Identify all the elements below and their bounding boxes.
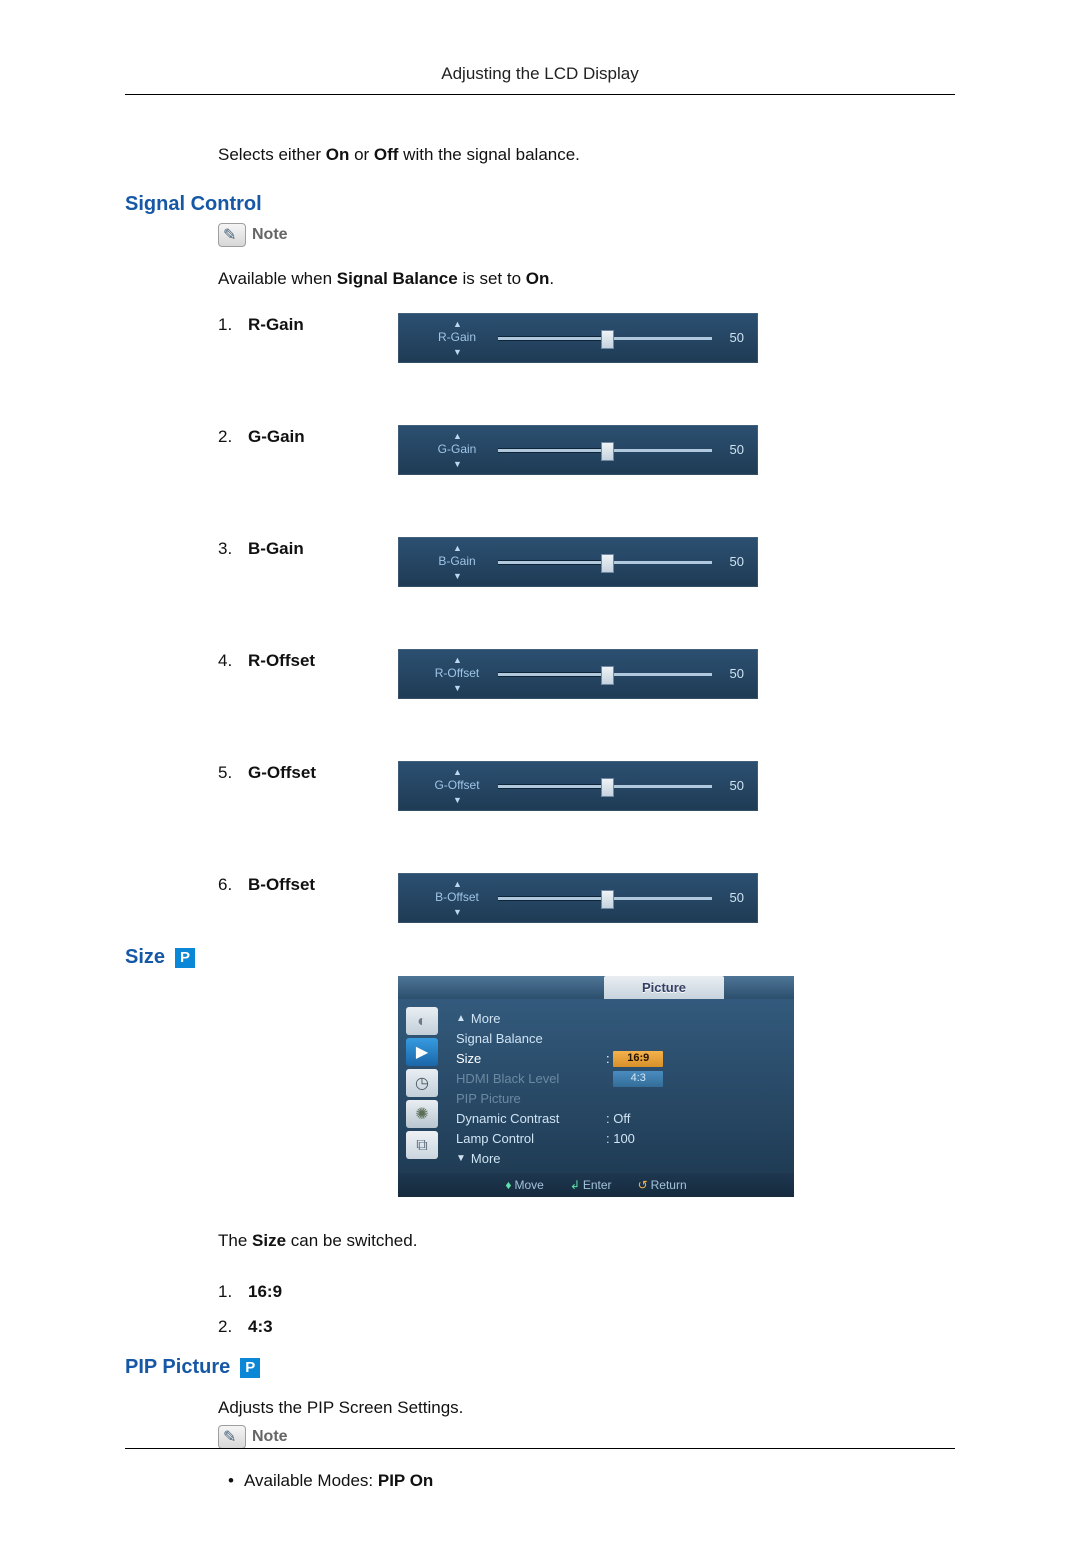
osd-footer-return: ↺Return <box>638 1177 687 1194</box>
slider-value: 50 <box>730 889 744 908</box>
intro-paragraph: Selects either On or Off with the signal… <box>218 143 955 168</box>
down-arrow-icon[interactable]: ▼ <box>453 458 462 471</box>
down-arrow-icon[interactable]: ▼ <box>453 906 462 919</box>
multi-icon[interactable]: ⧉ <box>406 1131 438 1159</box>
down-arrow-icon[interactable]: ▼ <box>453 346 462 359</box>
b-gain-slider[interactable]: ▲ B-Gain ▼ 50 <box>398 537 758 587</box>
list-item: • Available Modes: PIP On <box>218 1469 955 1494</box>
p-badge-icon: P <box>240 1358 260 1378</box>
list-item: 4. R-Offset ▲ R-Offset ▼ 50 <box>218 649 955 699</box>
g-offset-slider[interactable]: ▲ G-Offset ▼ 50 <box>398 761 758 811</box>
osd-sidebar-icons: ◐ ▶ ◷ ✺ ⧉ <box>406 1007 444 1169</box>
list-item: 6. B-Offset ▲ B-Offset ▼ 50 <box>218 873 955 923</box>
slider-value: 50 <box>730 553 744 572</box>
osd-dynamic-contrast[interactable]: Dynamic Contrast <box>456 1110 606 1129</box>
g-gain-slider[interactable]: ▲ G-Gain ▼ 50 <box>398 425 758 475</box>
r-offset-slider[interactable]: ▲ R-Offset ▼ 50 <box>398 649 758 699</box>
slider-value: 50 <box>730 441 744 460</box>
slider-label: G-Offset <box>432 777 482 794</box>
slider-label: B-Offset <box>432 889 482 906</box>
note-icon <box>218 223 246 247</box>
osd-hdmi-black-level: HDMI Black Level <box>456 1070 606 1089</box>
down-arrow-icon[interactable]: ▼ <box>453 794 462 807</box>
list-item: 2. G-Gain ▲ G-Gain ▼ 50 <box>218 425 955 475</box>
slider-value: 50 <box>730 329 744 348</box>
list-item: 3. B-Gain ▲ B-Gain ▼ 50 <box>218 537 955 587</box>
slider-label: G-Gain <box>432 441 482 458</box>
osd-footer-enter: ↲Enter <box>570 1177 612 1194</box>
signal-control-heading: Signal Control <box>125 190 955 219</box>
slider-thumb[interactable] <box>601 330 614 349</box>
slider-thumb[interactable] <box>601 890 614 909</box>
signal-control-availability: Available when Signal Balance is set to … <box>218 267 955 292</box>
slider-label: R-Gain <box>432 329 482 346</box>
picture-osd-menu[interactable]: Picture ◐ ▶ ◷ ✺ ⧉ ▲More Signal Balance S… <box>398 976 794 1197</box>
osd-size-value[interactable]: 16:9 <box>613 1051 663 1067</box>
osd-size[interactable]: Size <box>456 1050 606 1069</box>
pip-picture-heading: PIP Picture P <box>125 1353 955 1382</box>
page-header-title: Adjusting the LCD Display <box>125 64 955 94</box>
slider-value: 50 <box>730 777 744 796</box>
slider-thumb[interactable] <box>601 778 614 797</box>
slider-thumb[interactable] <box>601 442 614 461</box>
osd-more-down[interactable]: More <box>471 1150 621 1169</box>
osd-footer-move: ♦Move <box>505 1177 543 1194</box>
footer-rule <box>125 1448 955 1449</box>
size-description: The Size can be switched. <box>218 1229 955 1254</box>
slider-value: 50 <box>730 665 744 684</box>
note-label: Note <box>252 1425 288 1448</box>
osd-dynamic-contrast-value: : Off <box>606 1110 630 1129</box>
slider-label: B-Gain <box>432 553 482 570</box>
size-option-list: 1. 16:9 2. 4:3 <box>218 1280 955 1339</box>
osd-pip-picture: PIP Picture <box>456 1090 606 1109</box>
osd-hdmi-value: 4:3 <box>613 1071 663 1087</box>
input-icon[interactable]: ◐ <box>406 1007 438 1035</box>
sound-icon[interactable]: ◷ <box>406 1069 438 1097</box>
down-arrow-icon[interactable]: ▼ <box>453 570 462 583</box>
note-icon <box>218 1425 246 1449</box>
down-arrow-icon[interactable]: ▼ <box>453 682 462 695</box>
list-item: 5. G-Offset ▲ G-Offset ▼ 50 <box>218 761 955 811</box>
signal-control-list: 1. R-Gain ▲ R-Gain ▼ 50 2. G-Gain <box>218 313 955 923</box>
picture-icon[interactable]: ▶ <box>406 1038 438 1066</box>
p-badge-icon: P <box>175 948 195 968</box>
b-offset-slider[interactable]: ▲ B-Offset ▼ 50 <box>398 873 758 923</box>
note-label: Note <box>252 223 288 246</box>
osd-lamp-control[interactable]: Lamp Control <box>456 1130 606 1149</box>
list-item: 1. R-Gain ▲ R-Gain ▼ 50 <box>218 313 955 363</box>
osd-more-up[interactable]: More <box>471 1010 621 1029</box>
setup-icon[interactable]: ✺ <box>406 1100 438 1128</box>
slider-thumb[interactable] <box>601 554 614 573</box>
list-item: 1. 16:9 <box>218 1280 955 1305</box>
pip-mode-list: • Available Modes: PIP On <box>218 1469 955 1494</box>
slider-thumb[interactable] <box>601 666 614 685</box>
size-heading: Size P <box>125 943 955 972</box>
list-item: 2. 4:3 <box>218 1315 955 1340</box>
slider-label: R-Offset <box>432 665 482 682</box>
osd-lamp-control-value: : 100 <box>606 1130 635 1149</box>
osd-signal-balance[interactable]: Signal Balance <box>456 1030 606 1049</box>
osd-tab-picture[interactable]: Picture <box>604 976 724 999</box>
r-gain-slider[interactable]: ▲ R-Gain ▼ 50 <box>398 313 758 363</box>
pip-description: Adjusts the PIP Screen Settings. <box>218 1396 955 1421</box>
